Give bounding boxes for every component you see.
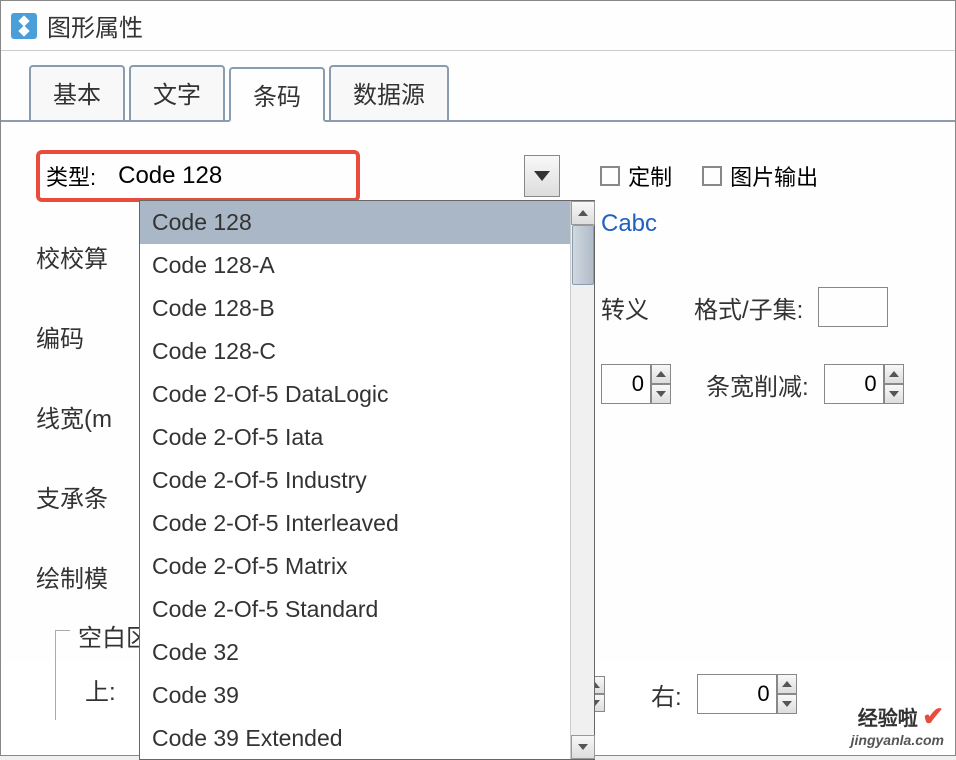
arrow-down-icon bbox=[782, 701, 792, 707]
app-icon bbox=[11, 13, 37, 39]
arrow-up-icon bbox=[782, 681, 792, 687]
imageout-label: 图片输出 bbox=[730, 160, 818, 192]
type-row: 类型: Code 128 定制 图片输出 bbox=[36, 152, 920, 200]
arrow-up-icon bbox=[656, 371, 666, 377]
linewidth-value[interactable]: 0 bbox=[601, 364, 651, 404]
dropdown-option[interactable]: Code 2-Of-5 Interleaved bbox=[140, 502, 594, 545]
dropdown-scrollbar[interactable] bbox=[570, 201, 594, 759]
formatsub-input[interactable] bbox=[818, 287, 888, 327]
watermark-url: jingyanla.com bbox=[851, 732, 944, 748]
right-field: 右: 0 bbox=[585, 674, 797, 714]
encoding-label: 编码 bbox=[36, 319, 84, 354]
linewidth-spinner-down[interactable] bbox=[651, 384, 671, 404]
type-label: 类型: bbox=[36, 150, 108, 202]
barreduce-spinner bbox=[884, 364, 904, 404]
scrollbar-down-button[interactable] bbox=[571, 735, 595, 759]
cabc-link[interactable]: Cabc bbox=[601, 210, 657, 238]
dropdown-option[interactable]: Code 128-B bbox=[140, 287, 594, 330]
window: 图形属性 基本 文字 条码 数据源 类型: Code 128 定制 bbox=[0, 0, 956, 756]
linewidth-label: 线宽(m bbox=[36, 399, 112, 434]
arrow-down-icon bbox=[889, 391, 899, 397]
tab-datasource[interactable]: 数据源 bbox=[329, 65, 449, 120]
escape-label: 转义 bbox=[601, 290, 649, 325]
right-spinner bbox=[777, 674, 797, 714]
type-select-value: Code 128 bbox=[118, 162, 222, 190]
dropdown-option[interactable]: Code 2-Of-5 Matrix bbox=[140, 545, 594, 588]
tab-basic[interactable]: 基本 bbox=[29, 65, 125, 120]
window-title: 图形属性 bbox=[47, 8, 143, 43]
arrow-down-icon bbox=[656, 391, 666, 397]
custom-checkbox-item[interactable]: 定制 bbox=[600, 160, 672, 192]
custom-label: 定制 bbox=[628, 160, 672, 192]
formatsub-label: 格式/子集: bbox=[694, 290, 803, 325]
arrow-down-icon bbox=[578, 744, 588, 750]
drawmode-label: 绘制模 bbox=[36, 559, 108, 594]
type-dropdown-button[interactable] bbox=[524, 155, 560, 197]
checksum-label: 校校算 bbox=[36, 239, 108, 274]
dropdown-option[interactable]: Code 39 Extended bbox=[140, 717, 594, 760]
dropdown-option[interactable]: Code 2-Of-5 Industry bbox=[140, 459, 594, 502]
tab-bar: 基本 文字 条码 数据源 bbox=[1, 51, 955, 122]
dropdown-option[interactable]: Code 128 bbox=[140, 201, 594, 244]
checkbox-group: 定制 图片输出 bbox=[600, 160, 848, 192]
check-icon: ✔ bbox=[922, 701, 944, 731]
scrollbar-thumb[interactable] bbox=[572, 225, 594, 285]
right-spinner-up[interactable] bbox=[777, 674, 797, 694]
barreduce-spinner-up[interactable] bbox=[884, 364, 904, 384]
dropdown-option[interactable]: Code 39 bbox=[140, 674, 594, 717]
dropdown-option[interactable]: Code 2-Of-5 Standard bbox=[140, 588, 594, 631]
right-label: 右: bbox=[651, 677, 682, 712]
watermark: 经验啦 ✔ jingyanla.com bbox=[851, 701, 944, 748]
barreduce-label: 条宽削减: bbox=[706, 367, 809, 402]
barreduce-value[interactable]: 0 bbox=[824, 364, 884, 404]
arrow-up-icon bbox=[889, 371, 899, 377]
dropdown-option[interactable]: Code 2-Of-5 Iata bbox=[140, 416, 594, 459]
barreduce-spinner-down[interactable] bbox=[884, 384, 904, 404]
dropdown-option[interactable]: Code 128-A bbox=[140, 244, 594, 287]
right-spinner-down[interactable] bbox=[777, 694, 797, 714]
chevron-down-icon bbox=[534, 171, 550, 181]
custom-checkbox[interactable] bbox=[600, 166, 620, 186]
dropdown-option[interactable]: Code 128-C bbox=[140, 330, 594, 373]
linewidth-spinner bbox=[651, 364, 671, 404]
arrow-up-icon bbox=[578, 210, 588, 216]
tab-text[interactable]: 文字 bbox=[129, 65, 225, 120]
support-label: 支承条 bbox=[36, 479, 108, 514]
dropdown-option[interactable]: Code 32 bbox=[140, 631, 594, 674]
titlebar: 图形属性 bbox=[1, 1, 955, 51]
type-dropdown-remainder[interactable] bbox=[360, 154, 560, 198]
type-dropdown-list: Code 128 Code 128-A Code 128-B Code 128-… bbox=[139, 200, 595, 760]
imageout-checkbox-item[interactable]: 图片输出 bbox=[702, 160, 818, 192]
top-label: 上: bbox=[85, 672, 116, 707]
tab-barcode[interactable]: 条码 bbox=[229, 67, 325, 122]
scrollbar-up-button[interactable] bbox=[571, 201, 595, 225]
right-value[interactable]: 0 bbox=[697, 674, 777, 714]
top-field: 上: bbox=[85, 672, 131, 707]
watermark-brand: 经验啦 bbox=[858, 708, 918, 730]
imageout-checkbox[interactable] bbox=[702, 166, 722, 186]
type-select-highlight: Code 128 bbox=[108, 150, 360, 202]
dropdown-option[interactable]: Code 2-Of-5 DataLogic bbox=[140, 373, 594, 416]
linewidth-spinner-up[interactable] bbox=[651, 364, 671, 384]
